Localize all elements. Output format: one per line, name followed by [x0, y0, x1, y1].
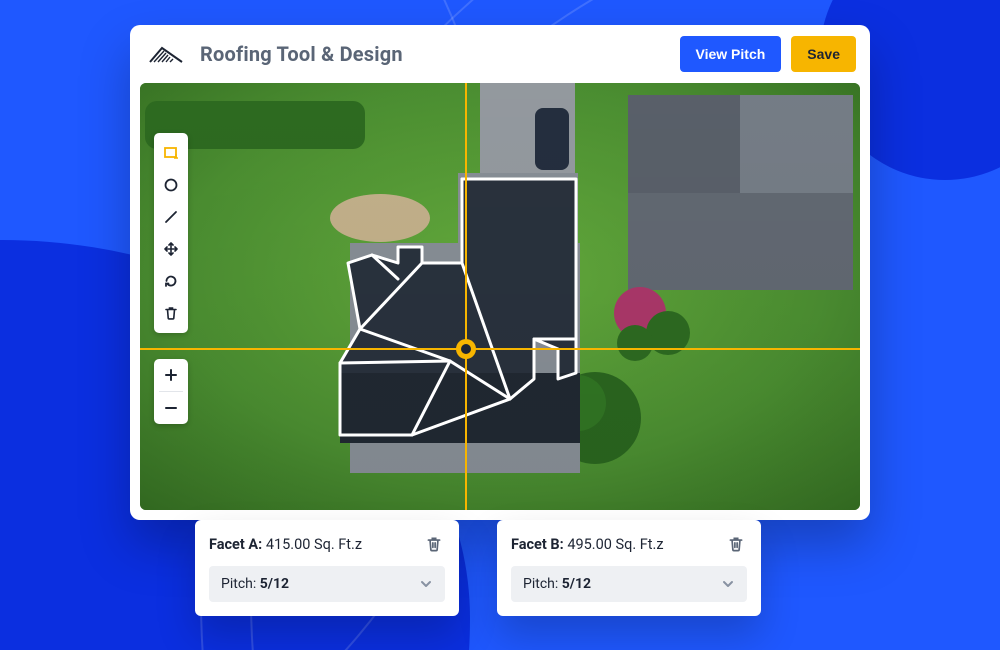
- pitch-value: 5/12: [260, 576, 289, 592]
- zoom-in-button[interactable]: [154, 359, 188, 391]
- facet-a-pitch-select[interactable]: Pitch: 5/12: [209, 566, 445, 602]
- facet-a-title: Facet A: 415.00 Sq. Ft.z: [209, 536, 362, 553]
- draw-toolbar: [154, 133, 188, 333]
- pitch-label: Pitch:: [221, 576, 256, 592]
- facet-card-b: Facet B: 495.00 Sq. Ft.z Pitch: 5/12: [497, 520, 761, 616]
- rectangle-icon: [163, 145, 179, 161]
- move-icon: [163, 241, 179, 257]
- facet-b-label: Facet B:: [511, 536, 564, 553]
- facet-b-pitch-select[interactable]: Pitch: 5/12: [511, 566, 747, 602]
- line-icon: [163, 209, 179, 225]
- rotate-icon: [163, 273, 179, 289]
- zoom-controls: [154, 359, 188, 424]
- tool-rectangle[interactable]: [154, 137, 188, 169]
- pitch-value: 5/12: [562, 576, 591, 592]
- tool-line[interactable]: [154, 201, 188, 233]
- app-panel: Roofing Tool & Design View Pitch Save: [130, 25, 870, 520]
- facet-a-delete-button[interactable]: [423, 533, 445, 555]
- minus-icon: [164, 401, 178, 415]
- chevron-down-icon: [419, 577, 433, 591]
- plus-icon: [164, 368, 178, 382]
- trash-icon: [425, 535, 443, 553]
- save-button[interactable]: Save: [791, 36, 856, 72]
- circle-icon: [163, 177, 179, 193]
- tool-delete[interactable]: [154, 297, 188, 329]
- tool-circle[interactable]: [154, 169, 188, 201]
- design-canvas[interactable]: [140, 83, 860, 510]
- app-header: Roofing Tool & Design View Pitch Save: [130, 25, 870, 83]
- aerial-map: [140, 83, 860, 510]
- app-title: Roofing Tool & Design: [200, 42, 403, 66]
- trash-icon: [727, 535, 745, 553]
- facet-a-value: 415.00 Sq. Ft.z: [266, 536, 362, 553]
- chevron-down-icon: [721, 577, 735, 591]
- facet-a-label: Facet A:: [209, 536, 262, 553]
- facet-b-value: 495.00 Sq. Ft.z: [567, 536, 663, 553]
- facet-cards: Facet A: 415.00 Sq. Ft.z Pitch: 5/12 Fac…: [195, 520, 761, 616]
- pitch-label: Pitch:: [523, 576, 558, 592]
- facet-card-a: Facet A: 415.00 Sq. Ft.z Pitch: 5/12: [195, 520, 459, 616]
- tool-rotate[interactable]: [154, 265, 188, 297]
- facet-b-title: Facet B: 495.00 Sq. Ft.z: [511, 536, 664, 553]
- logo-roof-icon: [148, 42, 184, 66]
- zoom-out-button[interactable]: [154, 392, 188, 424]
- trash-icon: [163, 305, 179, 321]
- tool-move[interactable]: [154, 233, 188, 265]
- view-pitch-button[interactable]: View Pitch: [680, 36, 782, 72]
- facet-b-delete-button[interactable]: [725, 533, 747, 555]
